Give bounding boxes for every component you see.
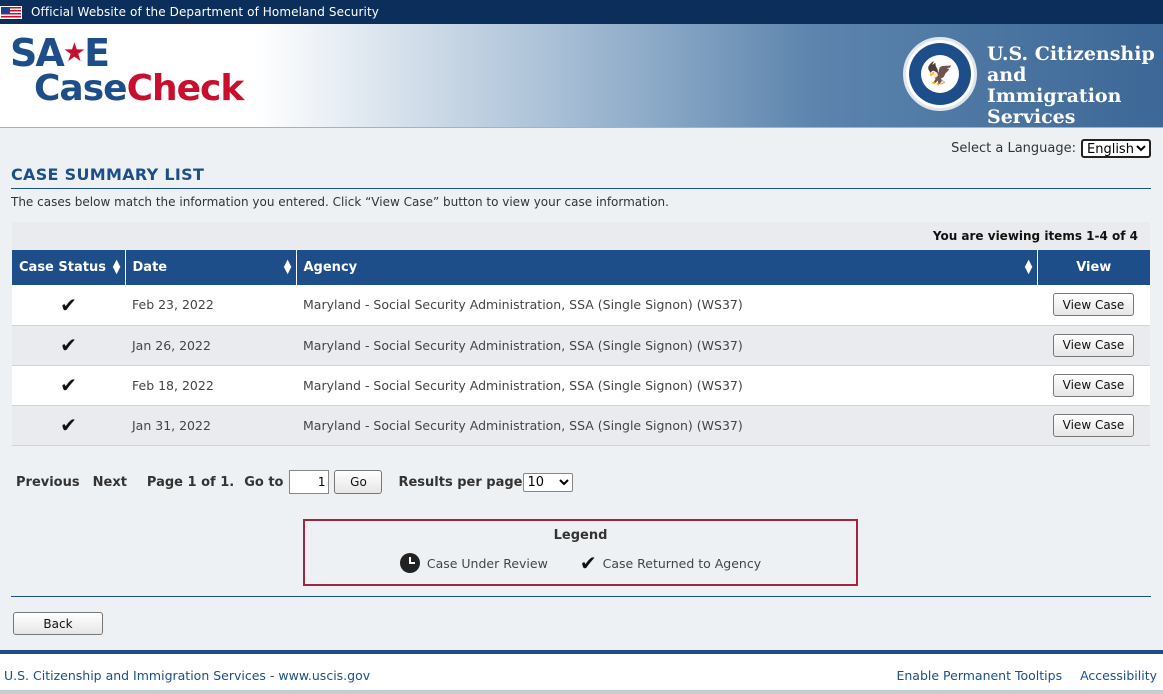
results-per-page-select[interactable]: 10 <box>522 472 573 492</box>
language-label: Select a Language: <box>951 141 1076 156</box>
page-info: Page 1 of 1. <box>146 474 235 490</box>
goto-page-input[interactable] <box>289 470 330 494</box>
legend-case-returned: Case Returned to Agency <box>602 555 762 571</box>
case-agency: Maryland - Social Security Administratio… <box>296 405 1037 446</box>
star-icon: ★ <box>62 38 86 68</box>
accessibility-link[interactable]: Accessibility <box>1080 668 1157 683</box>
agency-name: U.S. Citizenship and Immigration Service… <box>987 43 1155 128</box>
case-returned-icon: ✔ <box>12 365 125 406</box>
clock-icon <box>399 553 420 573</box>
items-count: You are viewing items 1-4 of 4 <box>12 222 1150 250</box>
logo-casecheck: CaseCheck <box>34 68 244 109</box>
case-date: Jan 31, 2022 <box>125 405 296 446</box>
case-summary-table: Case Status ▲ ▼ Date ▲ ▼ Agency ▲ ▼ View ✔ Feb… <box>12 250 1150 446</box>
logo-save: SA★E <box>10 31 110 75</box>
pagination: Previous Next Page 1 of 1. Go to Go Resu… <box>16 470 573 494</box>
case-table-container: You are viewing items 1-4 of 4 Case Stat… <box>12 222 1150 446</box>
content-divider <box>11 596 1151 597</box>
case-returned-icon: ✔ <box>12 325 125 366</box>
legend-case-under-review: Case Under Review <box>426 555 548 571</box>
legend-title: Legend <box>553 528 608 543</box>
save-casecheck-logo[interactable]: SA★E CaseCheck <box>10 31 244 109</box>
title-divider <box>11 188 1151 189</box>
us-flag-icon <box>0 5 22 19</box>
footer-uscis-link[interactable]: U.S. Citizenship and Immigration Service… <box>4 668 370 683</box>
site-header: SA★E CaseCheck 🦅 U.S. Citizenship and Im… <box>0 24 1163 128</box>
go-button[interactable]: Go <box>334 470 383 494</box>
case-returned-icon: ✔ <box>12 285 125 326</box>
case-date: Feb 18, 2022 <box>125 365 296 406</box>
back-button[interactable]: Back <box>13 612 103 635</box>
view-case-button[interactable]: View Case <box>1053 333 1134 357</box>
checkmark-icon: ✔ <box>579 551 597 575</box>
table-row: ✔ Feb 18, 2022 Maryland - Social Securit… <box>12 365 1150 406</box>
enable-tooltips-link[interactable]: Enable Permanent Tooltips <box>896 668 1062 683</box>
goto-label: Go to <box>244 474 284 490</box>
column-header-case-status[interactable]: Case Status ▲ ▼ <box>12 250 126 285</box>
view-case-button[interactable]: View Case <box>1053 373 1134 397</box>
gov-banner: Official Website of the Department of Ho… <box>0 0 1163 24</box>
sort-icon: ▲ ▼ <box>1024 258 1033 276</box>
table-row: ✔ Jan 26, 2022 Maryland - Social Securit… <box>12 325 1150 366</box>
next-link[interactable]: Next <box>93 475 127 490</box>
sort-icon: ▲ ▼ <box>283 258 292 276</box>
column-header-date[interactable]: Date ▲ ▼ <box>125 250 297 285</box>
case-agency: Maryland - Social Security Administratio… <box>296 325 1037 366</box>
page-intro: The cases below match the information yo… <box>11 195 669 209</box>
view-case-button[interactable]: View Case <box>1053 413 1134 437</box>
sort-icon: ▲ ▼ <box>112 258 121 276</box>
table-row: ✔ Jan 31, 2022 Maryland - Social Securit… <box>12 405 1150 446</box>
footer-bottom-bar <box>0 690 1163 694</box>
column-header-view: View <box>1037 250 1150 285</box>
case-agency: Maryland - Social Security Administratio… <box>296 365 1037 406</box>
case-agency: Maryland - Social Security Administratio… <box>296 285 1037 326</box>
language-select[interactable]: English <box>1081 139 1151 158</box>
case-date: Jan 26, 2022 <box>125 325 296 366</box>
view-case-button[interactable]: View Case <box>1053 293 1134 317</box>
case-date: Feb 23, 2022 <box>125 285 296 326</box>
legend-box: Legend Case Under Review ✔ Case Returned… <box>303 519 858 586</box>
results-per-page-label: Results per page <box>398 474 523 490</box>
case-returned-icon: ✔ <box>12 405 125 446</box>
gov-banner-text: Official Website of the Department of Ho… <box>31 5 379 19</box>
table-row: ✔ Feb 23, 2022 Maryland - Social Securit… <box>12 285 1150 326</box>
language-selector: Select a Language: English <box>951 139 1151 158</box>
column-header-agency[interactable]: Agency ▲ ▼ <box>296 250 1038 285</box>
previous-link[interactable]: Previous <box>16 475 80 490</box>
site-footer: U.S. Citizenship and Immigration Service… <box>0 650 1163 694</box>
page-title: CASE SUMMARY LIST <box>11 165 205 184</box>
dhs-seal-icon: 🦅 <box>903 37 977 111</box>
